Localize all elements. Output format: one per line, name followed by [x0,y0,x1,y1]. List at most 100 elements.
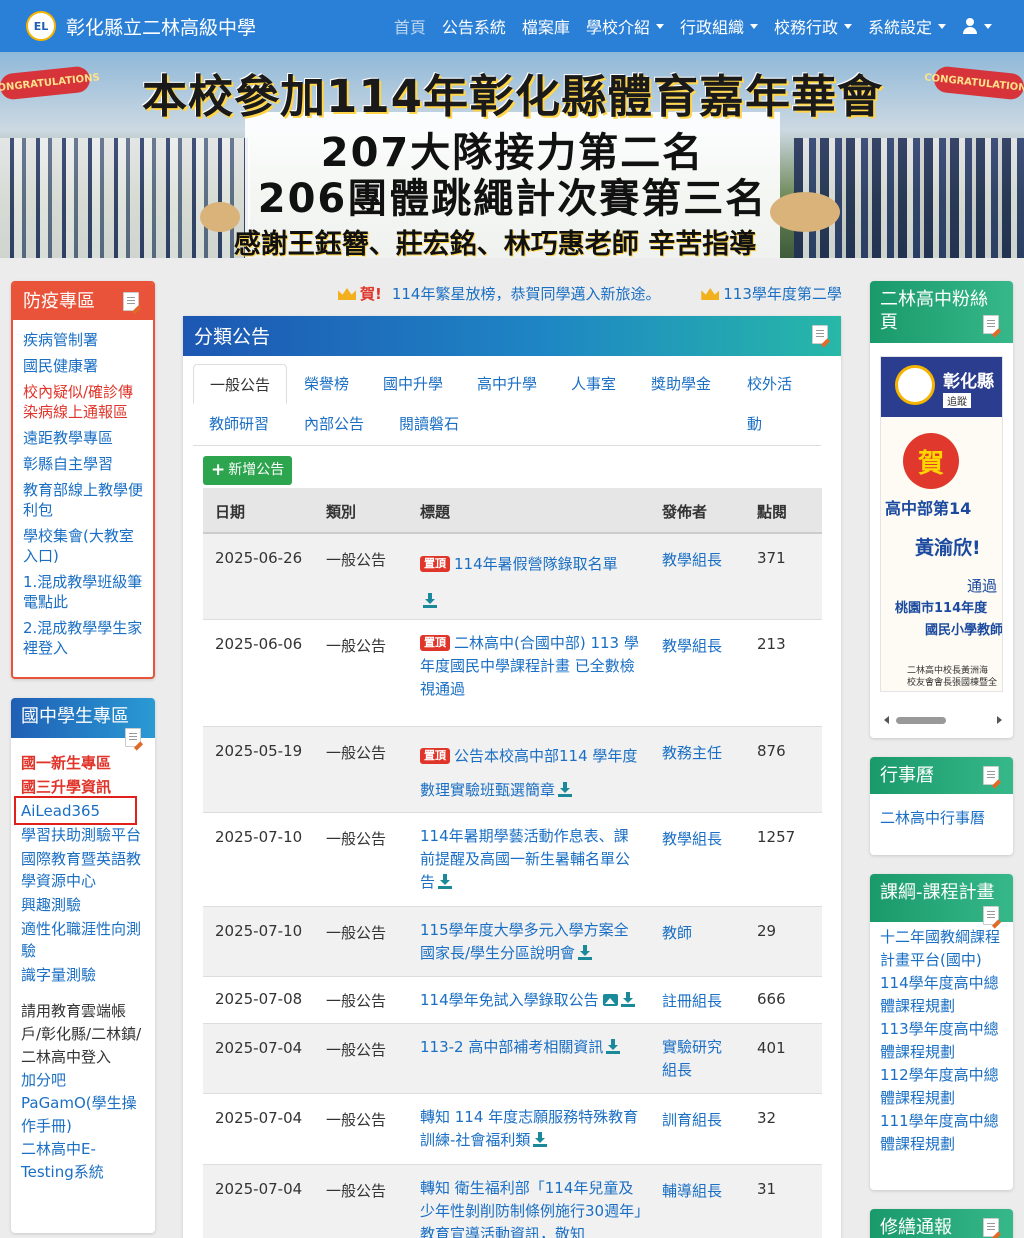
link-self-learning[interactable]: 彰縣自主學習 [23,454,143,474]
fanpage-line4: 桃園市114年度 [895,601,988,616]
row-title-link[interactable]: 114學年免試入學錄取公告 [420,991,599,1009]
link-curriculum-112[interactable]: 112學年度高中總體課程規劃 [880,1064,1003,1110]
link-grade9-info[interactable]: 國三升學資訊 [21,776,145,798]
pinned-badge: 置頂 [420,635,450,651]
announcements-title: 分類公告 [194,326,271,348]
row-title-link[interactable]: 轉知 衛生福利部「114年兒童及少年性剝削防制條例施行30週年」教育宣導活動資訊… [420,1179,642,1238]
junior-high-panel: 國中學生專區 國一新生專區 國三升學資訊 AiLead365 學習扶助測驗平台 … [11,698,155,1233]
link-infection-report[interactable]: 校內疑似/確診傳染病線上通報區 [23,382,143,422]
link-pagamo[interactable]: PaGamO(學生操作手冊) [21,1092,145,1138]
link-curriculum-111[interactable]: 111學年度高中總體課程規劃 [880,1110,1003,1156]
row-publisher-link[interactable]: 訓育組長 [662,1111,722,1129]
tab-internal[interactable]: 內部公告 [288,404,380,444]
link-interest-test[interactable]: 興趣測驗 [21,894,145,916]
row-date: 2025-05-19 [215,742,303,760]
link-moe-online-pack[interactable]: 教育部線上教學便利包 [23,480,143,520]
edit-document-icon[interactable] [983,906,999,925]
nav-school-admin[interactable]: 校務行政 [774,14,852,38]
link-intl-education[interactable]: 國際教育暨英語教學資源中心 [21,848,145,892]
nav-file-library[interactable]: 檔案庫 [522,14,570,38]
link-school-calendar[interactable]: 二林高中行事曆 [880,808,1003,828]
row-publisher-link[interactable]: 教務主任 [662,744,722,762]
link-grade7-new[interactable]: 國一新生專區 [21,752,145,774]
download-icon[interactable] [438,874,453,889]
edit-document-icon[interactable] [125,728,141,747]
link-cdc[interactable]: 疾病管制署 [23,330,143,350]
image-icon[interactable] [602,994,618,1006]
row-title-link[interactable]: 115學年度大學多元入學方案全國家長/學生分區說明會 [420,921,629,962]
row-publisher-link[interactable]: 註冊組長 [662,992,722,1010]
download-icon[interactable] [558,782,573,797]
edit-document-icon[interactable] [983,766,999,785]
link-literacy-test[interactable]: 識字量測驗 [21,964,145,986]
fanpage-embed[interactable]: 彰化縣 追蹤 賀 高中部第14 黃渝欣! 通過 桃園市114年度 國民小學教師 … [880,356,1003,692]
download-icon[interactable] [606,1039,621,1054]
row-publisher-link[interactable]: 教學組長 [662,551,722,569]
edit-document-icon[interactable] [983,315,999,334]
tab-jh-admission[interactable]: 國中升學 [367,364,459,404]
marquee-item[interactable]: 114年繁星放榜，恭賀同學邁入新旅途。 [392,285,661,303]
nav-school-intro[interactable]: 學校介紹 [586,14,664,38]
row-title-link[interactable]: 114年暑假營隊錄取名單 [454,555,618,573]
tab-personnel[interactable]: 人事室 [555,364,632,404]
tab-scholarship[interactable]: 獎助學金 [635,364,727,404]
link-hybrid-home-login[interactable]: 2.混成教學學生家裡登入 [23,618,143,658]
row-category: 一般公告 [326,744,387,762]
link-hpa[interactable]: 國民健康署 [23,356,143,376]
row-publisher-link[interactable]: 實驗研究組長 [662,1038,722,1079]
calendar-panel-header: 行事曆 [870,757,1013,794]
link-career-aptitude-test[interactable]: 適性化職涯性向測驗 [21,918,145,962]
edit-document-icon[interactable] [123,292,139,311]
link-etesting[interactable]: 二林高中E-Testing系統 [21,1138,145,1184]
fanpage-follow-button[interactable]: 追蹤 [943,393,971,408]
scroll-right-icon[interactable] [997,716,1002,724]
edit-document-icon[interactable] [983,1218,999,1237]
tab-teacher-training[interactable]: 教師研習 [193,404,285,444]
highlight-box [14,796,137,825]
link-jiafenba[interactable]: 加分吧 [21,1069,145,1092]
link-hybrid-laptop[interactable]: 1.混成教學班級筆電點此 [23,572,143,612]
fanpage-scrollbar[interactable] [884,714,1002,726]
edit-document-icon[interactable] [812,325,828,344]
tab-reading[interactable]: 閱讀磐石 [383,404,475,444]
row-title-link[interactable]: 轉知 114 年度志願服務特殊教育訓練-社會福利類 [420,1108,638,1149]
nav-admin-org[interactable]: 行政組織 [680,14,758,38]
tab-outdoor[interactable]: 校外活動 [731,364,821,433]
news-marquee[interactable]: 賀! 114年繁星放榜，恭賀同學邁入新旅途。 113學年度第二學 [338,283,843,305]
nav-user-menu[interactable] [962,18,992,34]
announcements-header: 分類公告 [183,316,841,356]
link-curriculum-113[interactable]: 113學年度高中總體課程規劃 [880,1018,1003,1064]
download-icon[interactable] [620,992,635,1007]
repair-panel-title: 修繕通報 [880,1217,952,1238]
tab-general[interactable]: 一般公告 [193,364,288,404]
row-category: 一般公告 [326,1182,387,1200]
add-announcement-button[interactable]: + 新增公告 [203,456,293,485]
link-curriculum-platform[interactable]: 十二年國教綱課程計畫平台(國中) [880,926,1003,972]
download-icon[interactable] [578,945,593,960]
row-publisher-link[interactable]: 教師 [662,924,692,942]
junior-high-panel-title: 國中學生專區 [21,706,129,727]
tab-sh-admission[interactable]: 高中升學 [461,364,553,404]
row-publisher-link[interactable]: 教學組長 [662,830,722,848]
row-title-link[interactable]: 二林高中(合國中部) 113 學年度國民中學課程計畫 已全數檢視通過 [420,634,639,698]
marquee-item[interactable]: 113學年度第二學 [723,285,842,303]
nav-home[interactable]: 首頁 [394,14,426,38]
brand[interactable]: EL 彰化縣立二林高級中學 [26,11,256,41]
nav-system-settings[interactable]: 系統設定 [868,14,946,38]
hero-banner[interactable]: CONGRATULATIONS CONGRATULATIONS 本校參加114年… [0,52,1024,258]
scroll-thumb[interactable] [896,717,946,724]
row-title-link[interactable]: 113-2 高中部補考相關資訊 [420,1038,603,1056]
link-curriculum-114[interactable]: 114學年度高中總體課程規劃 [880,972,1003,1018]
row-title-link[interactable]: 公告本校高中部114 學年度數理實驗班甄選簡章 [420,747,637,799]
row-publisher-link[interactable]: 教學組長 [662,637,722,655]
download-icon[interactable] [533,1132,548,1147]
download-icon[interactable] [423,593,437,608]
tab-honor[interactable]: 榮譽榜 [288,364,365,404]
link-school-assembly[interactable]: 學校集會(大教室入口) [23,526,143,566]
link-remote-teaching[interactable]: 遠距教學專區 [23,428,143,448]
scroll-left-icon[interactable] [884,716,889,724]
nav-announcements[interactable]: 公告系統 [442,14,506,38]
row-publisher-link[interactable]: 輔導組長 [662,1182,722,1200]
row-views: 213 [757,635,786,653]
link-learning-support-test[interactable]: 學習扶助測驗平台 [21,824,145,846]
